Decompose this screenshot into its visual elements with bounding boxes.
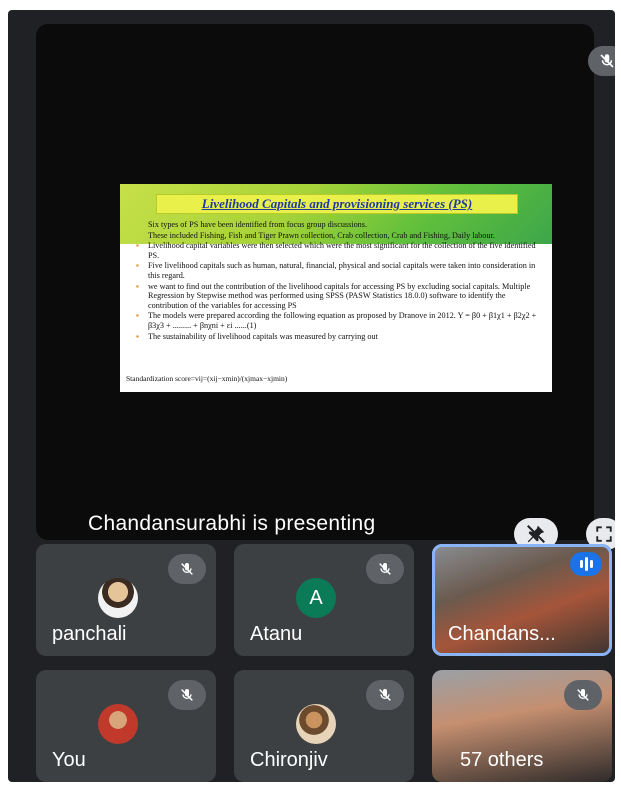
slide-line: These included Fishing, Fish and Tiger P…	[148, 230, 495, 240]
participant-tile-chandansurabhi[interactable]: Chandans...	[432, 544, 612, 656]
avatar: A	[296, 578, 336, 618]
slide-bullet: Livelihood capital variables were then s…	[136, 241, 544, 260]
slide-bullet: The models were prepared according the f…	[136, 311, 544, 330]
slide-title: Livelihood Capitals and provisioning ser…	[156, 194, 518, 214]
avatar	[98, 704, 138, 744]
mic-off-icon	[379, 689, 391, 701]
mic-off-badge	[168, 680, 206, 710]
participant-tile-chironjiv[interactable]: Chironjiv	[234, 670, 414, 782]
participant-name: Atanu	[250, 623, 303, 645]
shared-slide: Livelihood Capitals and provisioning ser…	[120, 184, 552, 392]
participant-tile-atanu[interactable]: A Atanu	[234, 544, 414, 656]
mic-off-badge	[366, 680, 404, 710]
participant-name: Chironjiv	[250, 749, 328, 771]
mic-off-icon	[181, 563, 193, 575]
participant-tile-you[interactable]: You	[36, 670, 216, 782]
mic-off-icon	[577, 689, 589, 701]
audio-level-icon	[579, 560, 583, 568]
participant-tile-others[interactable]: 57 others	[432, 670, 612, 782]
mic-off-icon	[181, 689, 193, 701]
mic-off-badge	[366, 554, 404, 584]
presentation-stage[interactable]: Livelihood Capitals and provisioning ser…	[36, 24, 615, 550]
slide-body: Six types of PS have been identified fro…	[130, 220, 544, 342]
participant-name: 57 others	[460, 749, 544, 771]
presenting-status: Chandansurabhi is presenting	[88, 512, 376, 535]
audio-level-indicator	[570, 552, 602, 576]
pin-off-icon	[527, 525, 545, 543]
participant-name: Chandans...	[448, 623, 556, 645]
slide-bullet: The sustainability of livelihood capital…	[136, 332, 544, 342]
audio-level-icon	[584, 557, 588, 571]
mic-off-badge	[168, 554, 206, 584]
participant-name: panchali	[52, 623, 127, 645]
slide-bullet: we want to find out the contribution of …	[136, 282, 544, 311]
fullscreen-icon	[596, 526, 612, 542]
avatar	[98, 578, 138, 618]
presenter-mic-off-badge	[588, 46, 615, 76]
audio-level-icon	[589, 560, 593, 568]
mic-off-icon	[379, 563, 391, 575]
slide-bullet: Five livelihood capitals such as human, …	[136, 261, 544, 280]
mic-off-badge	[564, 680, 602, 710]
avatar	[296, 704, 336, 744]
meeting-screen: Livelihood Capitals and provisioning ser…	[8, 10, 615, 782]
slide-formula: Standardization score=vij=(xij−xmin)/(xj…	[126, 374, 288, 383]
slide-line: Six types of PS have been identified fro…	[148, 220, 367, 229]
mic-off-icon	[600, 54, 614, 68]
participant-name: You	[52, 749, 86, 771]
participant-tile-panchali[interactable]: panchali	[36, 544, 216, 656]
